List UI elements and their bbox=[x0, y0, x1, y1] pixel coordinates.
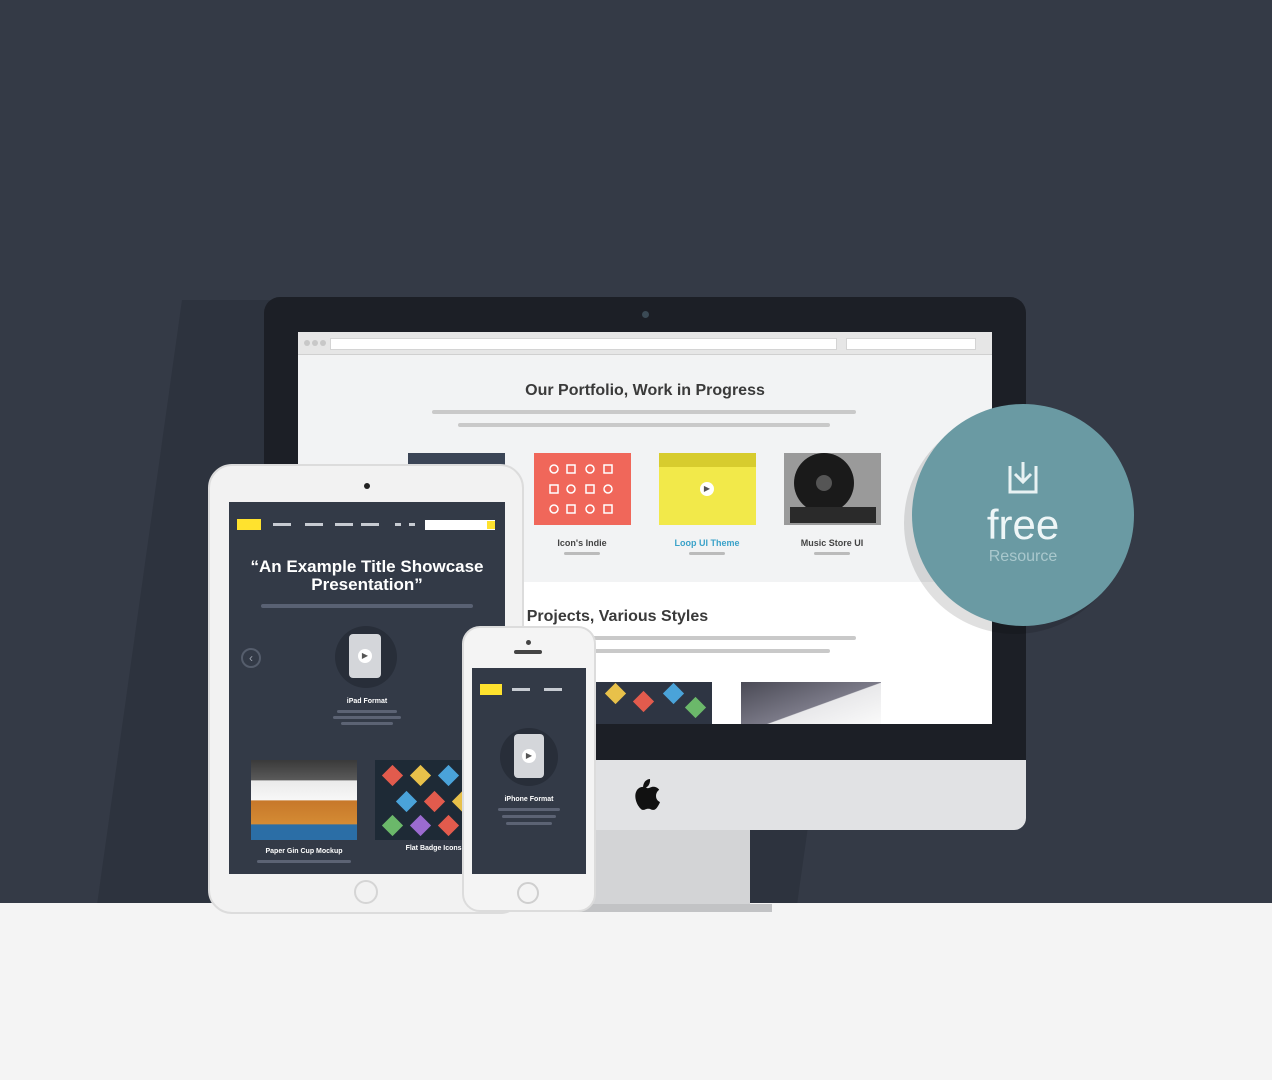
text-line bbox=[458, 423, 830, 427]
text-line bbox=[506, 822, 552, 825]
iphone-speaker bbox=[514, 650, 542, 654]
phone-logo bbox=[480, 684, 502, 695]
tablet-navbar bbox=[229, 514, 505, 534]
badge-shape bbox=[662, 682, 685, 705]
thumbnail-label: Music Store UI bbox=[800, 538, 864, 548]
free-label: free bbox=[986, 501, 1060, 548]
text-line bbox=[502, 815, 556, 818]
paper-cup-image bbox=[251, 760, 357, 840]
badge-shape bbox=[437, 814, 460, 837]
tablet-search bbox=[425, 520, 495, 530]
nav-item bbox=[544, 688, 562, 691]
resource-label: Resource bbox=[988, 548, 1058, 565]
ipad-device-icon: ▶ bbox=[349, 634, 381, 678]
light-floor bbox=[0, 903, 1272, 1080]
badge-shape bbox=[395, 790, 418, 813]
search-icon bbox=[487, 521, 495, 529]
ipad-home-button bbox=[354, 880, 378, 904]
nav-icon bbox=[409, 523, 415, 526]
text-line bbox=[261, 604, 473, 608]
thumbnail-icons-indie bbox=[534, 453, 631, 525]
play-icon: ▶ bbox=[522, 749, 536, 763]
badge-shape bbox=[381, 814, 404, 837]
play-icon: ▶ bbox=[358, 649, 372, 663]
nav-item bbox=[335, 523, 353, 526]
apple-logo-icon bbox=[626, 775, 662, 815]
text-line bbox=[333, 716, 401, 719]
badge-shape bbox=[381, 764, 404, 787]
device-label: iPhone Format bbox=[504, 796, 554, 803]
portfolio-title: Our Portfolio, Work in Progress bbox=[525, 382, 765, 399]
badge-shape bbox=[437, 764, 460, 787]
icon-grid-icon bbox=[549, 464, 613, 514]
nav-icon bbox=[395, 523, 401, 526]
text-line bbox=[498, 808, 560, 811]
free-resource-badge[interactable]: free Resource bbox=[912, 404, 1134, 626]
tablet-title: “An Example Title Showcase Presentation” bbox=[250, 557, 484, 594]
window-dot bbox=[312, 340, 318, 346]
badge-shape bbox=[604, 682, 627, 705]
download-icon bbox=[1008, 462, 1038, 494]
iphone-device-icon: ▶ bbox=[514, 734, 544, 778]
nav-item bbox=[273, 523, 291, 526]
text-line bbox=[337, 710, 397, 713]
thumbnail-label: Icon's Indie bbox=[557, 538, 607, 548]
thumbnail-date bbox=[564, 552, 600, 555]
address-bar bbox=[330, 338, 837, 350]
nav-item bbox=[305, 523, 323, 526]
window-dot bbox=[304, 340, 310, 346]
imac-camera bbox=[642, 311, 649, 318]
play-icon: ▶ bbox=[700, 482, 714, 496]
iphone-home-button bbox=[517, 882, 539, 904]
thumbnail-date bbox=[814, 552, 850, 555]
badge-shape bbox=[684, 696, 707, 719]
thumbnail-loop-ui: ▶ bbox=[659, 453, 756, 525]
browser-toolbar bbox=[298, 332, 992, 355]
vinyl-record-icon bbox=[790, 453, 876, 523]
text-line bbox=[432, 410, 856, 414]
nav-item bbox=[512, 688, 530, 691]
iphone-camera bbox=[526, 640, 531, 645]
thumbnail-label: Loop UI Theme bbox=[674, 538, 740, 548]
badge-shape bbox=[632, 690, 655, 713]
text-line bbox=[257, 860, 351, 863]
browser-search-box bbox=[846, 338, 976, 350]
iphone-screen: ▶ iPhone Format bbox=[472, 668, 586, 874]
project-thumbnail-laptop bbox=[741, 682, 881, 724]
nav-item bbox=[361, 523, 379, 526]
thumbnail-date bbox=[689, 552, 725, 555]
thumbnail-music-store bbox=[784, 453, 881, 525]
badge-shape bbox=[423, 790, 446, 813]
ipad-camera bbox=[364, 483, 370, 489]
window-dot bbox=[320, 340, 326, 346]
text-line bbox=[341, 722, 393, 725]
tablet-logo bbox=[237, 519, 261, 530]
badge-shape bbox=[409, 814, 432, 837]
chevron-left-icon: ‹ bbox=[241, 648, 261, 668]
project-thumbnail-badges bbox=[596, 682, 712, 724]
card-label: Paper Gin Cup Mockup bbox=[265, 848, 343, 855]
badge-shape bbox=[409, 764, 432, 787]
